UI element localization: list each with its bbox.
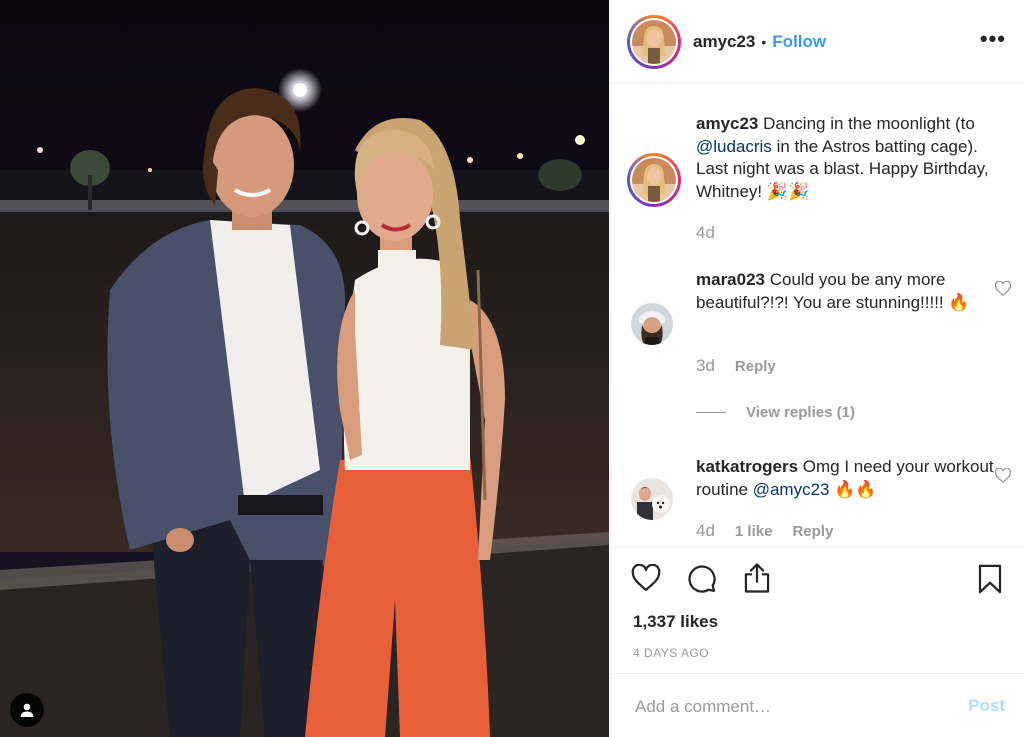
view-replies-line <box>696 412 726 413</box>
commenter-avatar[interactable] <box>631 478 673 520</box>
like-comment-heart-icon[interactable] <box>994 467 1012 488</box>
caption-time[interactable]: 4d <box>696 223 715 243</box>
tagged-users-button[interactable] <box>10 693 44 727</box>
like-comment-heart-icon[interactable] <box>994 280 1012 301</box>
author-avatar[interactable] <box>627 14 681 69</box>
comment-time[interactable]: 3d <box>696 356 715 376</box>
add-comment-bar: Post <box>611 673 1024 737</box>
commenter-username[interactable]: katkatrogers <box>696 457 798 476</box>
reply-button[interactable]: Reply <box>792 523 833 540</box>
follow-button[interactable]: Follow <box>772 32 826 52</box>
person-icon <box>20 703 34 717</box>
share-icon[interactable] <box>742 562 772 599</box>
post-actions: 1,337 likes 4 DAYS AGO <box>611 547 1024 674</box>
comment-time[interactable]: 4d <box>696 521 715 541</box>
comment-mention[interactable]: @amyc23 <box>753 480 830 499</box>
caption-text: amyc23 Dancing in the moonlight (to @lud… <box>696 113 1014 203</box>
comments-list[interactable]: amyc23 Dancing in the moonlight (to @lud… <box>611 85 1024 546</box>
caption-avatar-image <box>632 158 676 202</box>
header-separator: • <box>761 33 767 50</box>
commenter-avatar[interactable] <box>631 303 673 345</box>
caption-text-part-1: Dancing in the moonlight (to <box>758 114 975 133</box>
comment-text: mara023 Could you be any more beautiful?… <box>696 269 1014 314</box>
commenter-username[interactable]: mara023 <box>696 270 765 289</box>
view-replies-button[interactable]: View replies (1) <box>696 404 855 421</box>
post-comment-button[interactable]: Post <box>968 696 1005 716</box>
comment-text: katkatrogers Omg I need your workout rou… <box>696 456 1014 501</box>
heart-icon[interactable] <box>631 563 661 597</box>
likes-count[interactable]: 1,337 likes <box>633 612 718 632</box>
comment-likes-count[interactable]: 1 like <box>735 523 773 540</box>
author-username[interactable]: amyc23 <box>693 32 755 52</box>
author-avatar-image <box>632 19 676 64</box>
comment-message-part-2: 🔥🔥 <box>829 479 877 499</box>
add-comment-input[interactable] <box>633 692 957 722</box>
caption-mention[interactable]: @ludacris <box>696 137 772 156</box>
more-options-icon[interactable]: ••• <box>980 28 1006 50</box>
post-photo[interactable] <box>0 0 609 737</box>
reply-button[interactable]: Reply <box>735 358 776 375</box>
view-replies-label: View replies (1) <box>746 404 855 421</box>
post-photo-image <box>0 0 609 737</box>
post-header: amyc23 • Follow ••• <box>611 0 1024 84</box>
comment-icon[interactable] <box>687 564 717 599</box>
post-timestamp[interactable]: 4 DAYS AGO <box>633 646 709 660</box>
caption-username[interactable]: amyc23 <box>696 114 758 133</box>
caption-author-avatar[interactable] <box>627 153 681 207</box>
bookmark-icon[interactable] <box>977 564 1003 599</box>
post-side-panel: amyc23 • Follow ••• amyc23 Dancing in th… <box>610 0 1024 737</box>
